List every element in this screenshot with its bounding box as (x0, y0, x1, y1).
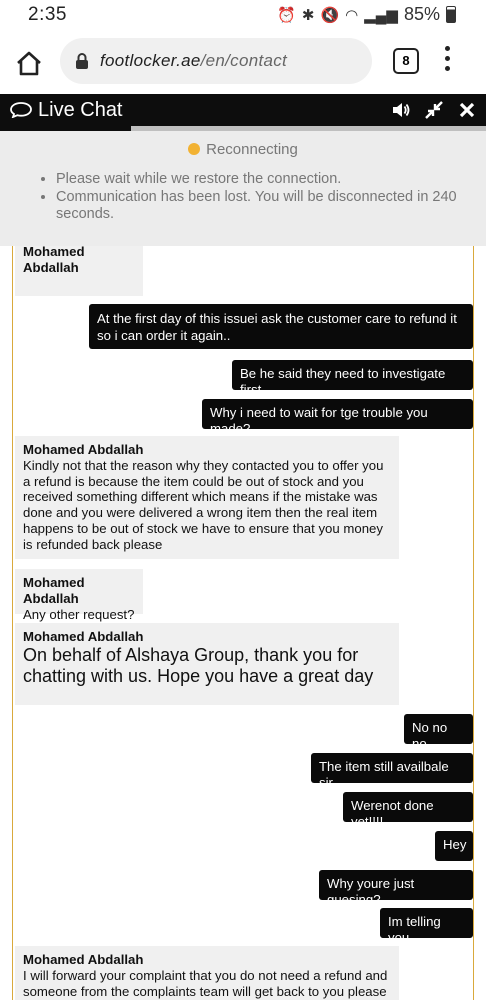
agent-name: Mohamed Abdallah (23, 952, 144, 967)
mute-icon: 🔇 (320, 6, 340, 24)
user-message: At the first day of this issuei ask the … (89, 304, 473, 349)
chat-bubble-icon (10, 102, 32, 118)
wifi-icon: ◠ (345, 6, 359, 24)
browser-toolbar: footlocker.ae/en/contact 8 (0, 30, 486, 94)
agent-message-text: On behalf of Alshaya Group, thank you fo… (23, 644, 374, 686)
clock: 2:35 (28, 4, 67, 25)
agent-message: Mohamed Abdallah Any other request? (15, 569, 143, 622)
agent-name: Mohamed Abdallah (23, 575, 85, 606)
agent-message: Mohamed Abdallah Kindly not that the rea… (15, 436, 399, 559)
agent-message-text: I will forward your complaint that you d… (23, 967, 388, 999)
agent-message: Mohamed Abdallah On behalf of Alshaya Gr… (15, 623, 399, 705)
reconnect-notice: Reconnecting Please wait while we restor… (0, 131, 486, 246)
notice-item: Please wait while we restore the connect… (56, 171, 466, 189)
notice-item: Communication has been lost. You will be… (56, 189, 466, 224)
agent-name: Mohamed Abdallah (23, 246, 85, 275)
user-message: Be he said they need to investigate firs… (232, 360, 473, 397)
battery-percent: 85% (403, 4, 440, 24)
agent-message-text: Kindly not that the reason why they cont… (23, 457, 384, 552)
chat-transcript[interactable]: Mohamed Abdallah At the first day of thi… (12, 246, 474, 1000)
notice-list: Please wait while we restore the connect… (36, 171, 466, 224)
connection-status: Reconnecting (0, 141, 486, 158)
agent-name: Mohamed Abdallah (23, 442, 144, 457)
close-icon[interactable] (457, 100, 477, 120)
home-icon[interactable] (14, 48, 44, 78)
url-path: /en/contact (200, 51, 288, 70)
status-bar: 2:35 ⏰ ✱ 🔇 ◠ ▂▄▆ 85% (0, 0, 486, 30)
tab-switcher-button[interactable]: 8 (393, 48, 419, 74)
status-dot-icon (188, 143, 201, 155)
bluetooth-icon: ✱ (301, 6, 315, 24)
sound-icon[interactable] (391, 100, 411, 120)
user-message: Hey (435, 831, 473, 861)
battery-icon (446, 6, 456, 23)
user-message: Werenot done yet!!!! (343, 792, 473, 829)
chat-title: Live Chat (38, 99, 123, 121)
signal-icon: ▂▄▆ (364, 6, 398, 24)
agent-name: Mohamed Abdallah (23, 629, 144, 644)
agent-message: Mohamed Abdallah (15, 246, 143, 296)
overflow-menu-icon[interactable] (445, 46, 451, 74)
status-icons: ⏰ ✱ 🔇 ◠ ▂▄▆ 85% (277, 4, 456, 25)
user-message: No no no (404, 714, 473, 751)
address-bar[interactable]: footlocker.ae/en/contact (60, 38, 372, 84)
user-message: Why youre just guesing? (319, 870, 473, 907)
user-message: Im telling you (380, 908, 473, 945)
minimize-icon[interactable] (424, 100, 444, 120)
user-message: Why i need to wait for tge trouble you m… (202, 399, 473, 436)
lock-icon (76, 53, 88, 69)
live-chat-header: Live Chat (0, 94, 486, 126)
url-domain: footlocker.ae (100, 51, 201, 70)
status-text: Reconnecting (206, 141, 298, 158)
alarm-icon: ⏰ (277, 6, 296, 24)
url-text: footlocker.ae/en/contact (100, 51, 287, 71)
agent-message-text: Any other request? (23, 606, 135, 622)
user-message: The item still availbale sir (311, 753, 473, 790)
agent-message: Mohamed Abdallah I will forward your com… (15, 946, 399, 1000)
